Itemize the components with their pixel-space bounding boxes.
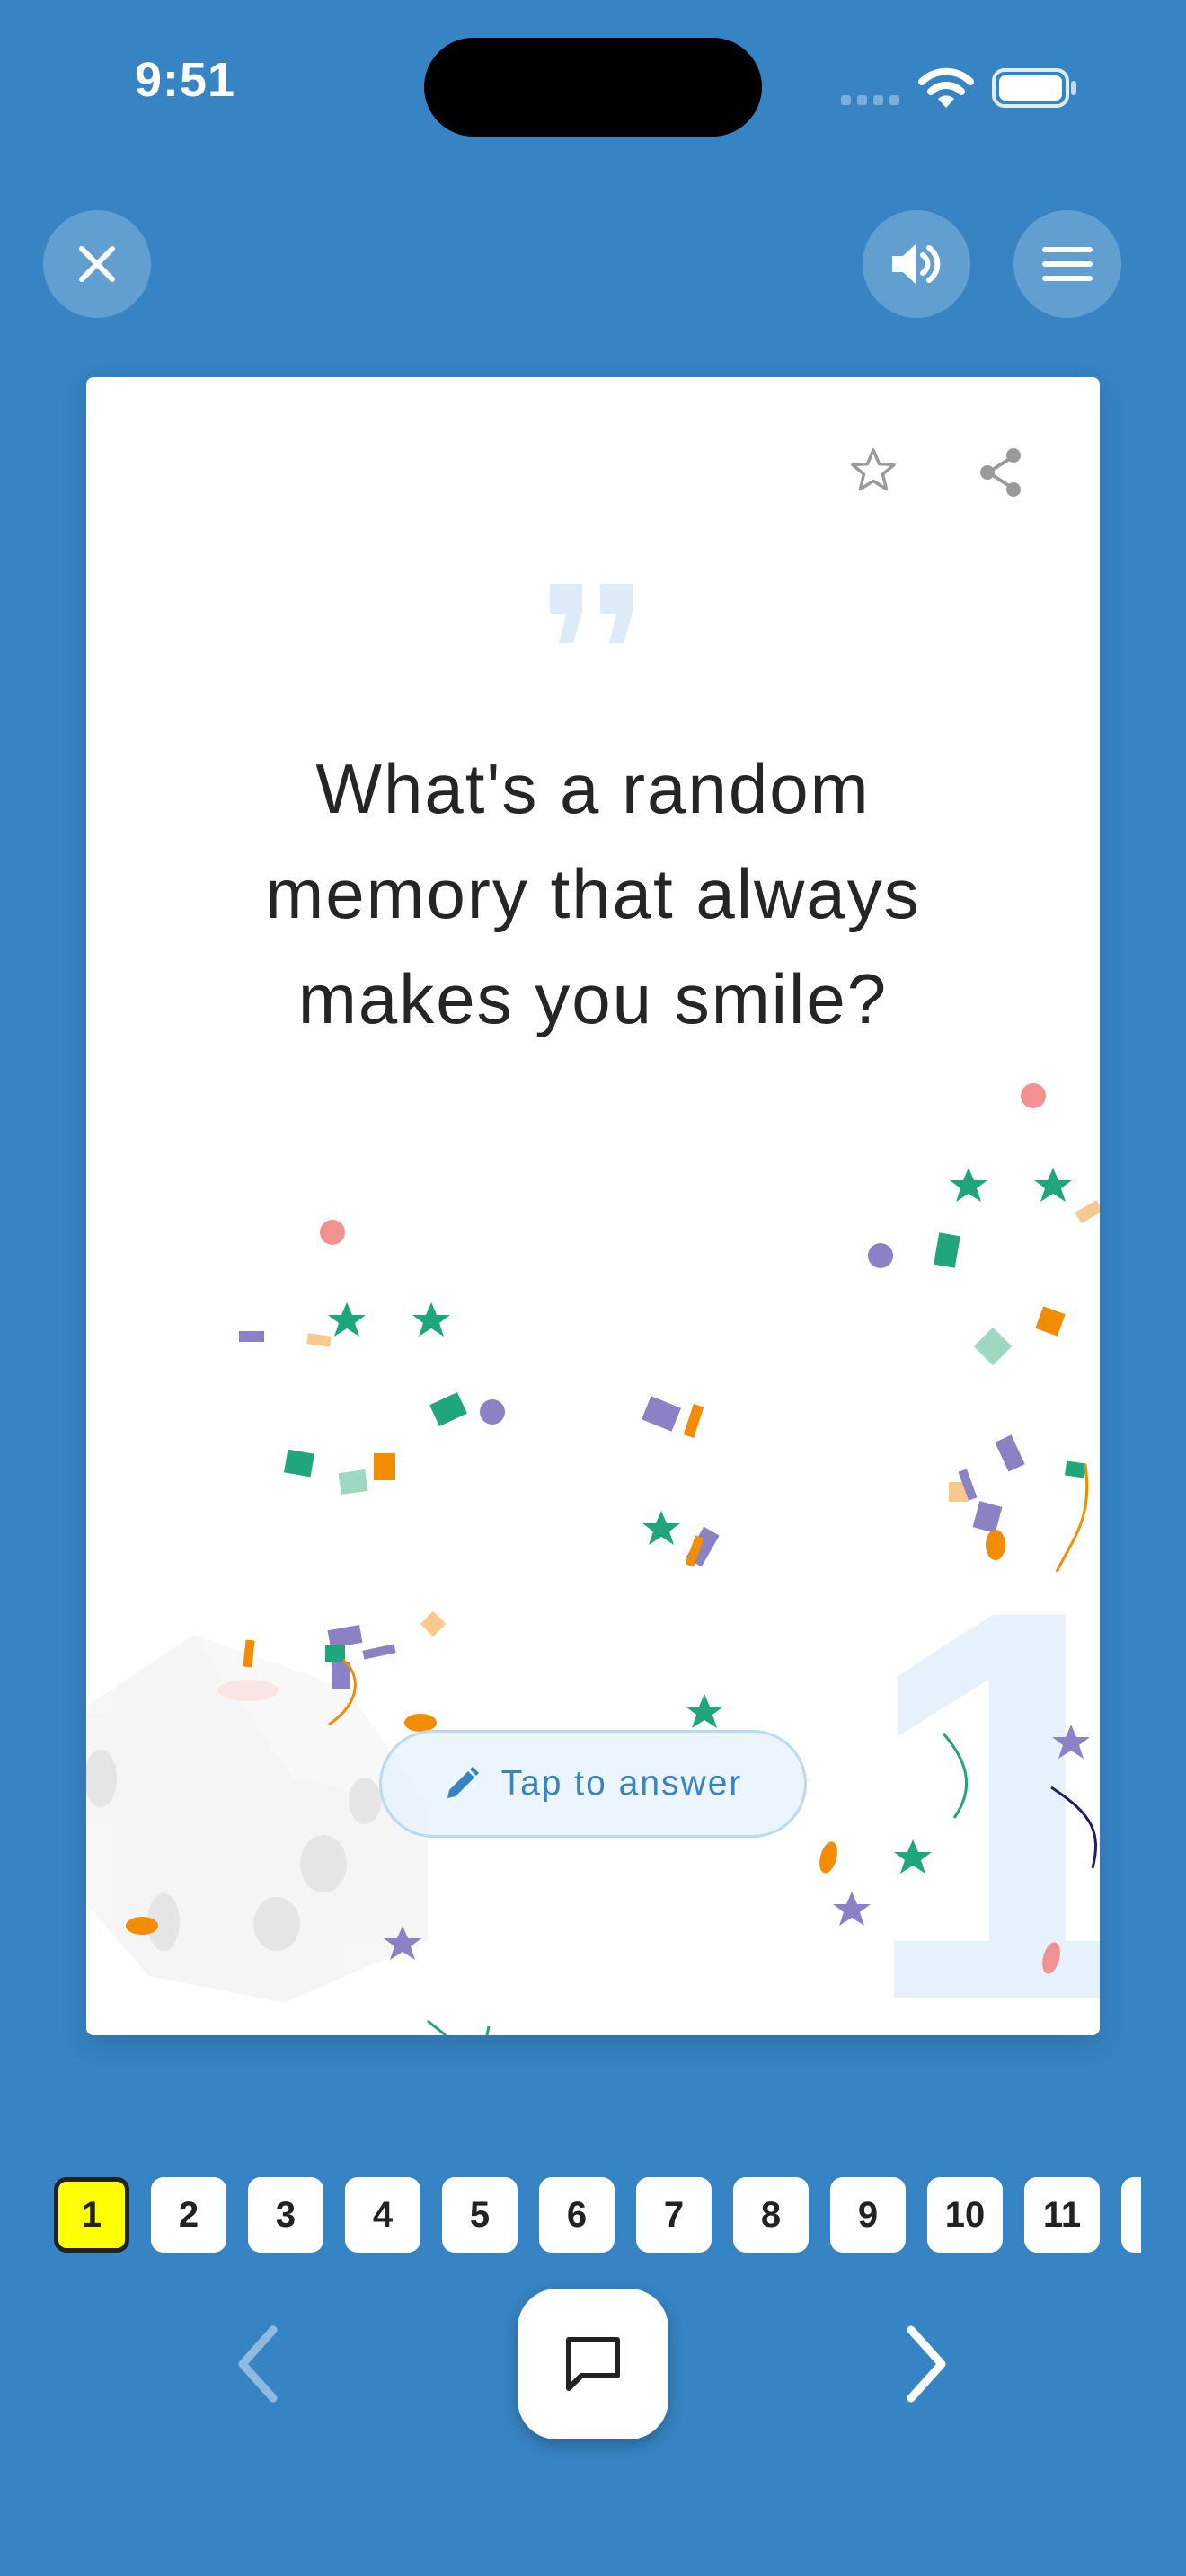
menu-button[interactable] — [1013, 210, 1121, 318]
page-chip-2[interactable]: 2 — [151, 2177, 226, 2253]
dynamic-island — [424, 38, 762, 137]
page-chip-4[interactable]: 4 — [345, 2177, 420, 2253]
page-chip-12[interactable]: 12 — [1121, 2177, 1141, 2253]
page-chip-5[interactable]: 5 — [442, 2177, 518, 2253]
page-chip-7[interactable]: 7 — [636, 2177, 712, 2253]
page-chip-10[interactable]: 10 — [927, 2177, 1003, 2253]
close-icon — [79, 246, 115, 282]
page-chip-8[interactable]: 8 — [733, 2177, 809, 2253]
chat-bubble-icon — [566, 2337, 620, 2391]
sound-button[interactable] — [863, 210, 970, 318]
tap-to-answer-label: Tap to answer — [500, 1764, 743, 1803]
chevron-left-icon[interactable] — [232, 2317, 282, 2411]
page-chip-9[interactable]: 9 — [830, 2177, 906, 2253]
question-card[interactable]: 1 What's a random memory that always mak… — [86, 377, 1100, 2035]
chevron-right-icon[interactable] — [902, 2317, 952, 2411]
status-time: 9:51 — [135, 53, 236, 107]
close-button[interactable] — [43, 210, 151, 318]
pencil-icon — [447, 1767, 479, 1798]
page-chip-11[interactable]: 11 — [1024, 2177, 1100, 2253]
battery-icon — [992, 68, 1076, 108]
page-chip-3[interactable]: 3 — [248, 2177, 323, 2253]
page-chip-6[interactable]: 6 — [539, 2177, 615, 2253]
question-pager: 1 2 3 4 5 6 7 8 9 10 11 12 — [54, 2177, 1141, 2253]
dice-decoration — [86, 1635, 428, 2003]
page-chip-1[interactable]: 1 — [54, 2177, 129, 2253]
hamburger-menu-icon — [1042, 247, 1093, 281]
speaker-icon — [892, 244, 941, 284]
wifi-icon — [918, 67, 974, 108]
tap-to-answer-button[interactable]: Tap to answer — [379, 1730, 807, 1838]
chat-button[interactable] — [518, 2289, 668, 2439]
